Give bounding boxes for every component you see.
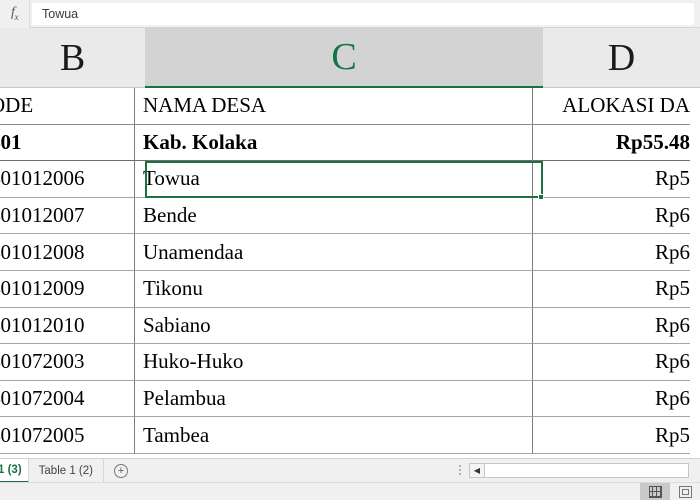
cell-d-amount[interactable]: Rp6: [533, 381, 690, 418]
sheet-tab-active[interactable]: 1 (3): [0, 459, 29, 483]
cell-d-amount[interactable]: Rp6: [533, 308, 690, 345]
cell-d-amount[interactable]: Rp5: [533, 271, 690, 308]
cell-c-nama-desa[interactable]: NAMA DESA: [135, 88, 533, 125]
cell-c-name[interactable]: Unamendaa: [135, 234, 533, 271]
excel-window: fx Towua B C D ODE NAMA DESA ALOKASI DA …: [0, 0, 700, 500]
formula-input[interactable]: Towua: [32, 2, 694, 25]
column-header-d[interactable]: D: [543, 28, 700, 88]
table-row[interactable]: ODE NAMA DESA ALOKASI DA: [0, 88, 700, 125]
grid-view-icon: [648, 485, 662, 498]
fill-handle[interactable]: [538, 193, 544, 200]
cell-d-amount[interactable]: Rp55.48: [533, 125, 690, 162]
cell-b-code[interactable]: 401012007: [0, 197, 135, 235]
add-sheet-button[interactable]: +: [104, 459, 138, 483]
table-row[interactable]: 401072005 Tambea Rp5: [0, 417, 700, 454]
insert-function-button[interactable]: fx: [0, 0, 30, 28]
scroll-left-icon[interactable]: ◀: [469, 462, 485, 478]
cell-d-alokasi[interactable]: ALOKASI DA: [533, 88, 690, 125]
cell-b-code[interactable]: 401072003: [0, 344, 135, 381]
cell-c-name[interactable]: Huko-Huko: [135, 344, 533, 381]
column-headers: B C D: [0, 28, 700, 88]
cell-d-amount[interactable]: Rp6: [533, 344, 690, 381]
scrollbar-grip-icon[interactable]: [455, 463, 465, 477]
formula-bar: fx Towua: [0, 0, 700, 28]
cell-d-amount[interactable]: Rp6: [533, 198, 690, 235]
horizontal-scrollbar[interactable]: ◀: [455, 462, 695, 478]
column-header-c[interactable]: C: [145, 28, 543, 88]
table-row[interactable]: 401012009 Tikonu Rp5: [0, 270, 700, 308]
cell-c-name[interactable]: Pelambua: [135, 380, 533, 418]
column-header-b[interactable]: B: [0, 28, 145, 88]
cell-d-amount[interactable]: Rp6: [533, 234, 690, 271]
cell-c-name-selected[interactable]: Towua: [135, 161, 533, 198]
table-row[interactable]: 401012006 Towua Rp5: [0, 161, 700, 198]
status-bar: [0, 482, 700, 500]
cell-b-code[interactable]: 401072005: [0, 417, 135, 454]
scrollbar-track[interactable]: [485, 462, 689, 478]
cell-b-code[interactable]: 401: [0, 124, 135, 162]
cell-c-name[interactable]: Sabiano: [135, 307, 533, 345]
sheet-tab-table1[interactable]: Table 1 (2): [29, 459, 104, 483]
cell-c-name[interactable]: Tambea: [135, 417, 533, 454]
page-layout-view-button[interactable]: [670, 483, 700, 500]
table-row[interactable]: 401012010 Sabiano Rp6: [0, 307, 700, 345]
table-row[interactable]: 401 Kab. Kolaka Rp55.48: [0, 124, 700, 162]
cell-c-name[interactable]: Tikonu: [135, 270, 533, 308]
cell-c-name[interactable]: Kab. Kolaka: [135, 124, 533, 162]
cell-b-code[interactable]: 401012006: [0, 161, 135, 198]
plus-circle-icon: +: [114, 464, 128, 478]
table-row[interactable]: 401072003 Huko-Huko Rp6: [0, 344, 700, 381]
table-row[interactable]: 401072004 Pelambua Rp6: [0, 380, 700, 418]
fx-icon: fx: [11, 5, 18, 22]
spreadsheet-grid[interactable]: ODE NAMA DESA ALOKASI DA 401 Kab. Kolaka…: [0, 88, 700, 458]
cell-b-code[interactable]: 401012008: [0, 234, 135, 271]
table-row[interactable]: 401012007 Bende Rp6: [0, 197, 700, 235]
cell-d-amount[interactable]: Rp5: [533, 417, 690, 454]
normal-view-button[interactable]: [640, 482, 670, 500]
cell-c-name[interactable]: Bende: [135, 197, 533, 235]
table-row[interactable]: 401012008 Unamendaa Rp6: [0, 234, 700, 271]
cell-b-kode[interactable]: ODE: [0, 88, 135, 125]
cell-b-code[interactable]: 401072004: [0, 380, 135, 418]
cell-d-amount[interactable]: Rp5: [533, 161, 690, 198]
cell-b-code[interactable]: 401012010: [0, 307, 135, 345]
cell-b-code[interactable]: 401012009: [0, 270, 135, 308]
page-layout-icon: [678, 485, 692, 498]
